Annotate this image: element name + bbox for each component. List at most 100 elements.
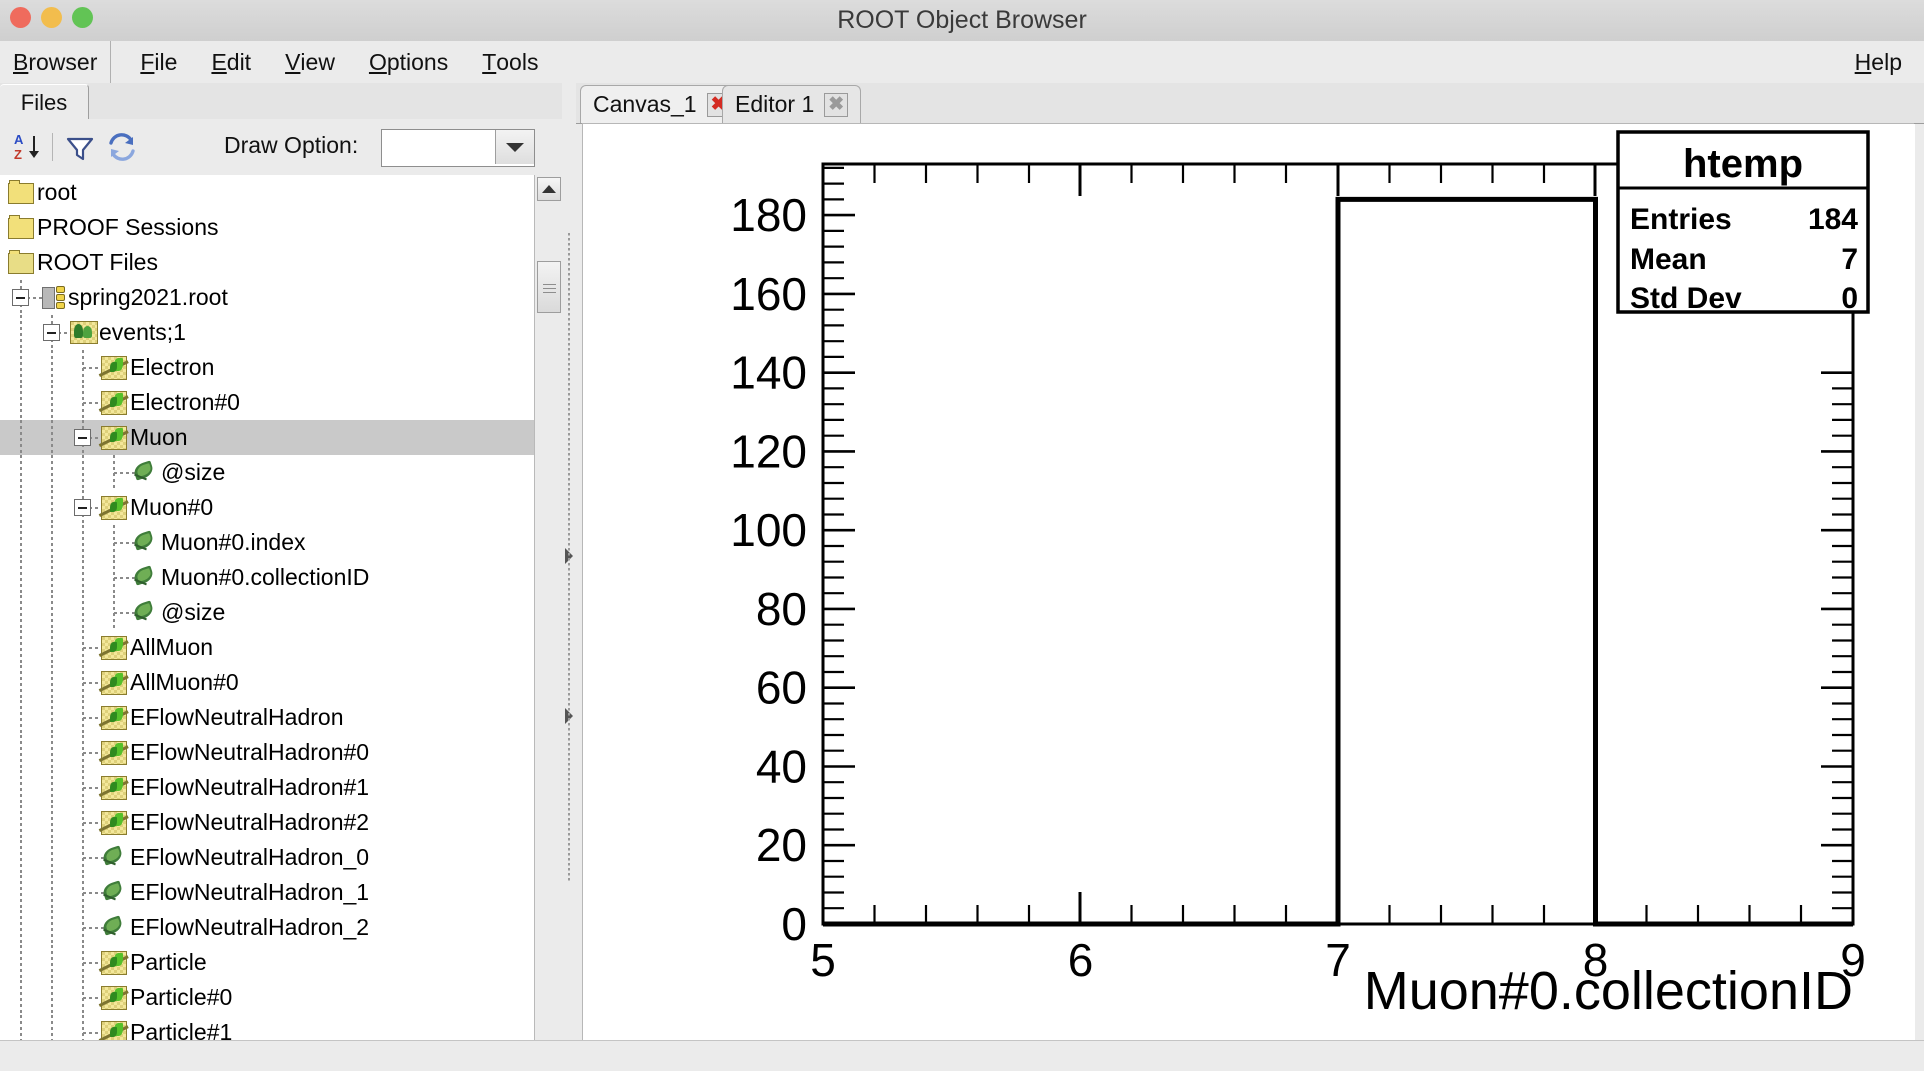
- tree-item-label: Muon: [130, 424, 188, 450]
- y-tick-label: 0: [781, 898, 807, 950]
- tree-item-muon[interactable]: Muon: [0, 420, 534, 455]
- tree-item-proof-sessions[interactable]: PROOF Sessions: [0, 210, 534, 245]
- tab-canvas-1-label: Canvas_1: [593, 91, 697, 117]
- tree-guide-line: [20, 980, 22, 1015]
- tree-guide-line: [20, 910, 22, 945]
- y-tick-label: 60: [756, 662, 807, 714]
- menu-tools[interactable]: Tools: [465, 41, 555, 83]
- sort-az-icon[interactable]: A Z: [10, 129, 46, 165]
- leaf-icon: [132, 460, 158, 485]
- draw-option-combobox[interactable]: [381, 129, 535, 167]
- tree-item-eflowneutralhadron-2[interactable]: EFlowNeutralHadron#2: [0, 805, 534, 840]
- close-icon: ✖: [828, 94, 845, 115]
- tree-item-particle-0[interactable]: Particle#0: [0, 980, 534, 1015]
- menu-options[interactable]: Options: [352, 41, 465, 83]
- tree-item--size[interactable]: @size: [0, 595, 534, 630]
- draw-option-input: [382, 130, 494, 164]
- tree-guide-line: [51, 350, 53, 385]
- tree-item-label: @size: [161, 599, 226, 625]
- tab-files[interactable]: Files: [0, 84, 89, 120]
- tree-item-root[interactable]: root: [0, 175, 534, 210]
- tree-guide-line: [51, 560, 53, 595]
- draw-option-dropdown-button[interactable]: [495, 130, 534, 164]
- scroll-up-button[interactable]: [537, 177, 561, 201]
- menu-file[interactable]: File: [123, 41, 194, 83]
- folder-icon: [8, 215, 34, 240]
- branch-icon: [98, 811, 129, 835]
- tree-item-eflowneutralhadron-1[interactable]: EFlowNeutralHadron#1: [0, 770, 534, 805]
- panel-splitter[interactable]: [562, 83, 576, 1070]
- root-canvas[interactable]: 0 20 40 60 80 100 120 140 160 180 56789 Muon#0.co…: [582, 123, 1915, 1042]
- tree-item-eflowneutralhadron-2[interactable]: EFlowNeutralHadron_2: [0, 910, 534, 945]
- tree-item-eflowneutralhadron-0[interactable]: EFlowNeutralHadron#0: [0, 735, 534, 770]
- tree-item-label: EFlowNeutralHadron_2: [130, 914, 370, 940]
- menu-edit[interactable]: Edit: [194, 41, 268, 83]
- tree-item-events-1[interactable]: events;1: [0, 315, 534, 350]
- tree-item--size[interactable]: @size: [0, 455, 534, 490]
- tree-guide-line: [20, 805, 22, 840]
- tree-guide-line: [20, 770, 22, 805]
- file-tree: root PROOF Sessions ROOT Files spring2021.r…: [0, 175, 534, 1050]
- tree-collapse-toggle[interactable]: [12, 289, 29, 306]
- refresh-icon[interactable]: [104, 129, 140, 165]
- tab-editor-1-label: Editor 1: [735, 91, 815, 117]
- tab-editor-1[interactable]: Editor 1 ✖: [722, 85, 862, 123]
- tree-guide-line: [51, 770, 53, 805]
- tree-item-allmuon-0[interactable]: AllMuon#0: [0, 665, 534, 700]
- tree-item-root-files[interactable]: ROOT Files: [0, 245, 534, 280]
- tree-item-label: EFlowNeutralHadron#1: [130, 774, 370, 800]
- tree-collapse-toggle[interactable]: [74, 429, 91, 446]
- tree-guide-line: [82, 455, 84, 490]
- filter-icon[interactable]: [62, 129, 98, 165]
- tree-item-label: AllMuon: [130, 634, 214, 660]
- tab-canvas-1[interactable]: Canvas_1 ✖: [580, 85, 744, 123]
- tree-item-eflowneutralhadron[interactable]: EFlowNeutralHadron: [0, 700, 534, 735]
- tree-item-electron-0[interactable]: Electron#0: [0, 385, 534, 420]
- tree-item-allmuon[interactable]: AllMuon: [0, 630, 534, 665]
- menu-browser[interactable]: Browser: [0, 41, 112, 83]
- tree-item-muon-0-index[interactable]: Muon#0.index: [0, 525, 534, 560]
- leaf-icon: [101, 915, 127, 940]
- stats-row-value: 184: [1808, 203, 1858, 236]
- tree-item-muon-0-collectionid[interactable]: Muon#0.collectionID: [0, 560, 534, 595]
- tree-guide-line: [51, 805, 53, 840]
- tree-guide-line: [51, 980, 53, 1015]
- tree-guide-line: [51, 490, 53, 525]
- scrollbar-thumb[interactable]: [537, 261, 561, 313]
- stats-row-value: 7: [1841, 243, 1858, 276]
- stats-box[interactable]: htemp Entries 184 Mean 7 Std Dev 0: [1616, 130, 1870, 315]
- menu-help[interactable]: Help: [1855, 41, 1902, 83]
- tree-guide-line: [20, 665, 22, 700]
- tree-collapse-toggle[interactable]: [74, 499, 91, 516]
- menu-browser-label-rest: rowser: [28, 48, 98, 75]
- tree-item-label: @size: [161, 459, 226, 485]
- tree-guide-line: [51, 525, 53, 560]
- tree-guide-line: [51, 840, 53, 875]
- tree-item-particle[interactable]: Particle: [0, 945, 534, 980]
- tree-item-eflowneutralhadron-0[interactable]: EFlowNeutralHadron_0: [0, 840, 534, 875]
- stats-row-label: Mean: [1630, 243, 1707, 276]
- tab-editor-1-close-button[interactable]: ✖: [824, 92, 849, 117]
- file-tree-panel[interactable]: root PROOF Sessions ROOT Files spring2021.r…: [0, 175, 534, 1070]
- tree-guide-line: [20, 840, 22, 875]
- tree-guide-line: [51, 700, 53, 735]
- tree-item-muon-0[interactable]: Muon#0: [0, 490, 534, 525]
- menu-view[interactable]: View: [268, 41, 352, 83]
- chevron-up-icon: [542, 185, 556, 193]
- tree-item-label: Muon#0.index: [161, 529, 306, 555]
- tree-item-label: EFlowNeutralHadron_1: [130, 879, 370, 905]
- tree-collapse-toggle[interactable]: [43, 324, 60, 341]
- branch-icon: [98, 391, 129, 415]
- leaf-icon: [132, 530, 158, 555]
- tree-item-electron[interactable]: Electron: [0, 350, 534, 385]
- tree-item-spring2021-root[interactable]: spring2021.root: [0, 280, 534, 315]
- folder-open-icon: [8, 250, 34, 275]
- y-tick-label: 20: [756, 819, 807, 871]
- tree-item-label: spring2021.root: [68, 284, 228, 310]
- tree-vertical-scrollbar[interactable]: [534, 175, 563, 1070]
- branch-icon: [98, 706, 129, 730]
- tree-item-eflowneutralhadron-1[interactable]: EFlowNeutralHadron_1: [0, 875, 534, 910]
- branch-icon: [98, 986, 129, 1010]
- tree-guide-line: [51, 595, 53, 630]
- tree-guide-line: [51, 735, 53, 770]
